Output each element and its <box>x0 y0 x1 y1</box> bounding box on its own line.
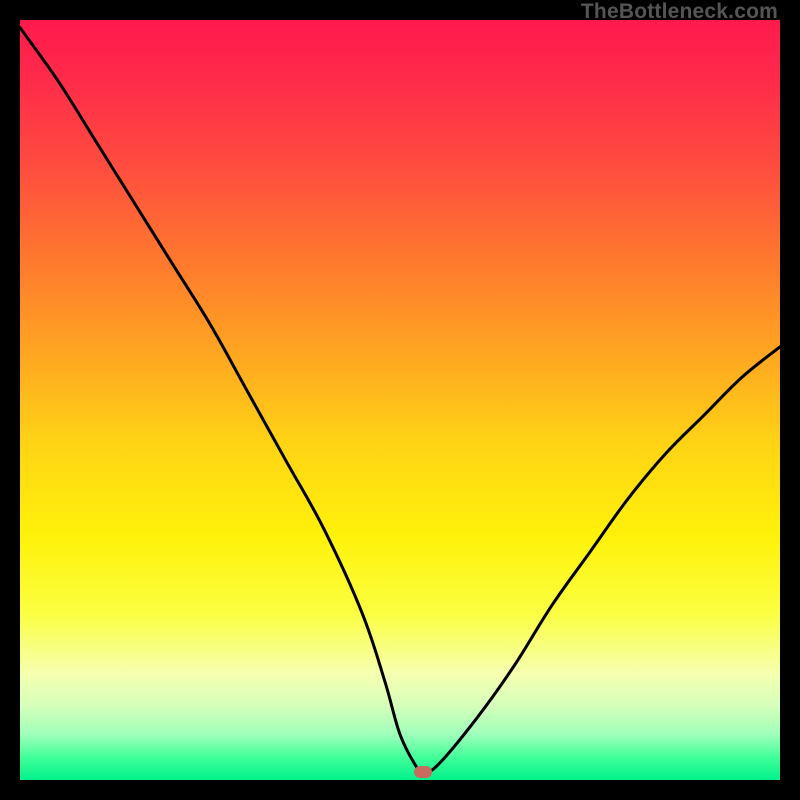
plot-area <box>20 20 780 780</box>
optimal-marker <box>414 766 432 778</box>
chart-stage: TheBottleneck.com <box>0 0 800 800</box>
bottleneck-curve <box>20 20 780 780</box>
